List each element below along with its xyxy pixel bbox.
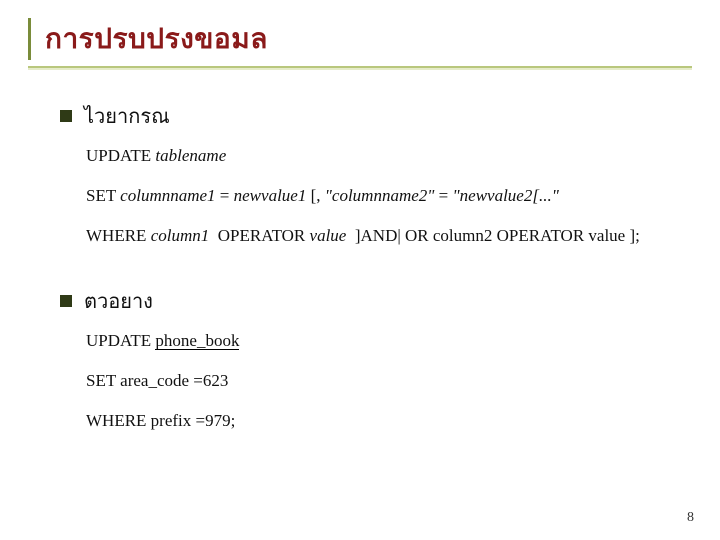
arg-val2: "newvalue2[..." — [453, 186, 559, 205]
bullet-label-example: ตวอยาง — [84, 285, 153, 317]
rest-where: ]AND| OR column2 OPERATOR value ]; — [355, 226, 640, 245]
arg-tablename: tablename — [155, 146, 226, 165]
example-line-3: WHERE prefix =979; — [86, 409, 680, 433]
bullet-label-syntax: ไวยากรณ — [84, 100, 170, 132]
syntax-line-2: SET columnname1 = newvalue1 [, "columnna… — [86, 184, 680, 208]
bullet-syntax: ไวยากรณ — [60, 100, 680, 132]
slide-title: การปรบปรงขอมล — [45, 18, 692, 60]
slide: การปรบปรงขอมล ไวยากรณ UPDATE tablename S… — [0, 0, 720, 540]
bullet-icon — [60, 295, 72, 307]
example-block: UPDATE phone_book SET area_code =623 WHE… — [86, 329, 680, 432]
ex-update: UPDATE — [86, 331, 151, 350]
syntax-line-3: WHERE column1 OPERATOR value ]AND| OR co… — [86, 224, 680, 248]
ex-tablename: phone_book — [155, 332, 239, 350]
kw-op1: OPERATOR — [218, 226, 306, 245]
eq1: = — [220, 186, 230, 205]
eq2: = — [439, 186, 449, 205]
title-container: การปรบปรงขอมล — [28, 18, 692, 60]
bullet-example: ตวอยาง — [60, 285, 680, 317]
kw-update: UPDATE — [86, 146, 151, 165]
page-number: 8 — [687, 510, 694, 526]
spacer — [60, 263, 680, 285]
arg-valw1: value — [310, 226, 347, 245]
arg-col2: "columnname2" — [325, 186, 435, 205]
content-area: ไวยากรณ UPDATE tablename SET columnname1… — [60, 100, 680, 449]
example-line-1: UPDATE phone_book — [86, 329, 680, 353]
syntax-line-1: UPDATE tablename — [86, 144, 680, 168]
syntax-block: UPDATE tablename SET columnname1 = newva… — [86, 144, 680, 247]
arg-colw1: column1 — [151, 226, 210, 245]
example-line-2: SET area_code =623 — [86, 369, 680, 393]
kw-set: SET — [86, 186, 116, 205]
kw-where: WHERE — [86, 226, 146, 245]
bracket-comma: [, — [311, 186, 321, 205]
arg-val1: newvalue1 — [234, 186, 307, 205]
arg-col1: columnname1 — [120, 186, 215, 205]
bullet-icon — [60, 110, 72, 122]
title-underline — [28, 66, 692, 70]
